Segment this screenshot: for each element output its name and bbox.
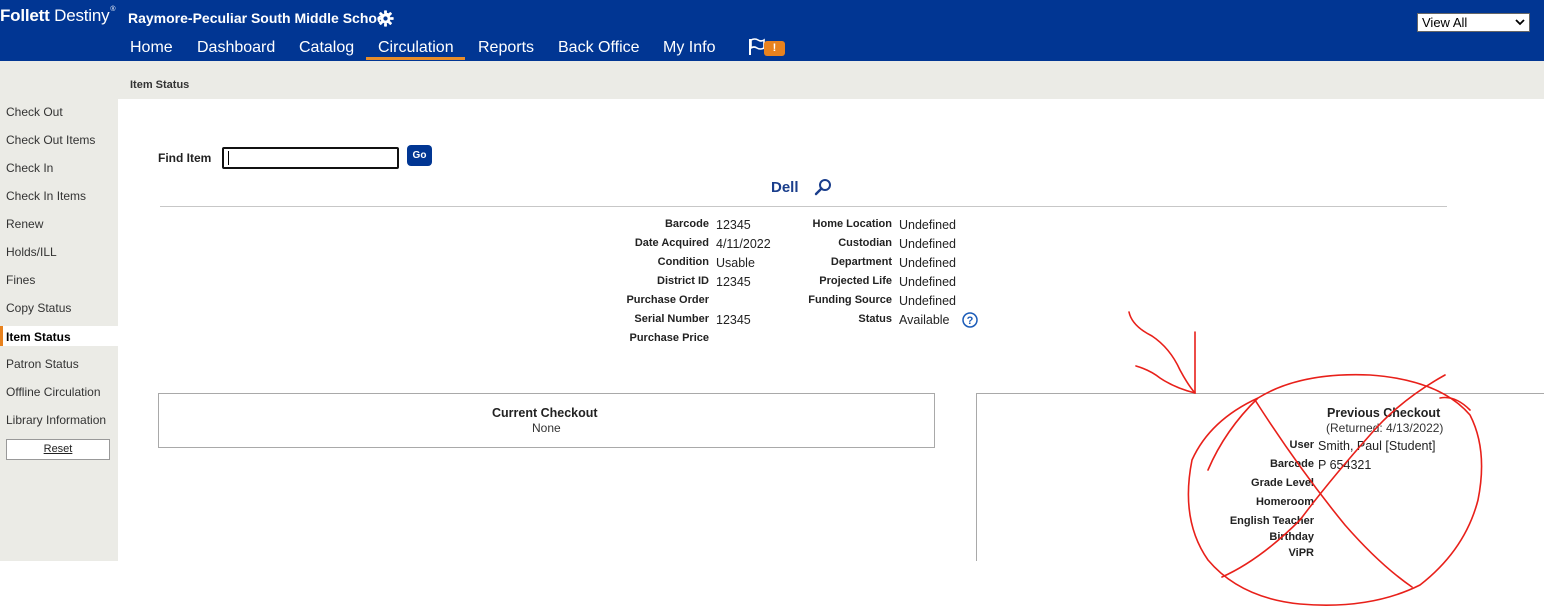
prev-birthday-label: Birthday bbox=[1269, 531, 1314, 543]
svg-text:?: ? bbox=[967, 315, 974, 327]
sidebar-item-check-out[interactable]: Check Out bbox=[6, 105, 63, 119]
annotation-arrow-head bbox=[1128, 311, 1196, 394]
breadcrumb-band bbox=[0, 61, 1544, 99]
nav-back-office[interactable]: Back Office bbox=[558, 39, 640, 57]
gear-icon[interactable] bbox=[377, 10, 394, 27]
prev-vipr-label: ViPR bbox=[1288, 547, 1314, 559]
sidebar-item-copy-status[interactable]: Copy Status bbox=[6, 301, 71, 315]
find-item-input[interactable] bbox=[222, 147, 399, 169]
view-select-value: View All bbox=[1422, 15, 1468, 30]
nav-reports[interactable]: Reports bbox=[478, 39, 534, 57]
condition-value: Usable bbox=[716, 256, 755, 270]
current-checkout-title: Current Checkout bbox=[492, 406, 598, 420]
top-header-bar: Follett Destiny® Raymore-Peculiar South … bbox=[0, 0, 1544, 61]
funding-source-value: Undefined bbox=[899, 294, 956, 308]
status-value: Available bbox=[899, 313, 950, 327]
chevron-down-icon bbox=[1515, 19, 1525, 26]
custodian-label: Custodian bbox=[838, 237, 892, 249]
funding-source-label: Funding Source bbox=[808, 294, 892, 306]
nav-circulation[interactable]: Circulation bbox=[378, 39, 454, 57]
sidebar-item-holds-ill[interactable]: Holds/ILL bbox=[6, 245, 57, 259]
home-location-label: Home Location bbox=[812, 218, 892, 230]
previous-checkout-returned: (Returned: 4/13/2022) bbox=[1326, 421, 1444, 435]
district-id-value: 12345 bbox=[716, 275, 751, 289]
district-id-label: District ID bbox=[657, 275, 709, 287]
prev-user-label: User bbox=[1289, 439, 1314, 451]
item-title: Dell bbox=[771, 179, 799, 196]
nav-home[interactable]: Home bbox=[130, 39, 173, 57]
help-icon[interactable]: ? bbox=[962, 312, 978, 328]
projected-life-value: Undefined bbox=[899, 275, 956, 289]
brand-bold: Follett bbox=[0, 6, 50, 25]
status-label: Status bbox=[858, 313, 892, 325]
purchase-price-label: Purchase Price bbox=[629, 332, 710, 344]
prev-user-value[interactable]: Smith, Paul [Student] bbox=[1318, 439, 1435, 453]
sidebar-item-check-in[interactable]: Check In bbox=[6, 161, 53, 175]
date-acquired-label: Date Acquired bbox=[634, 237, 709, 249]
divider bbox=[160, 206, 1447, 207]
sidebar-item-patron-status[interactable]: Patron Status bbox=[6, 357, 79, 371]
text-caret bbox=[228, 151, 229, 165]
brand-mark: ® bbox=[110, 6, 116, 13]
prev-grade-level-label: Grade Level bbox=[1251, 477, 1314, 489]
sidebar-item-renew[interactable]: Renew bbox=[6, 217, 43, 231]
serial-number-value: 12345 bbox=[716, 313, 751, 327]
prev-homeroom-label: Homeroom bbox=[1255, 496, 1314, 508]
find-item-label: Find Item bbox=[158, 151, 212, 165]
previous-checkout-title: Previous Checkout bbox=[1327, 406, 1441, 420]
condition-label: Condition bbox=[657, 256, 709, 268]
school-name: Raymore-Peculiar South Middle School bbox=[128, 10, 390, 26]
reset-button[interactable]: Reset bbox=[6, 439, 110, 460]
sidebar-item-fines[interactable]: Fines bbox=[6, 273, 35, 287]
sidebar-item-library-information[interactable]: Library Information bbox=[6, 413, 106, 427]
view-select[interactable]: View All bbox=[1417, 13, 1530, 32]
custodian-value: Undefined bbox=[899, 237, 956, 251]
follett-destiny-logo[interactable]: Follett Destiny® bbox=[0, 6, 116, 26]
nav-catalog[interactable]: Catalog bbox=[299, 39, 354, 57]
sidebar-item-item-status[interactable]: Item Status bbox=[6, 330, 71, 344]
serial-number-label: Serial Number bbox=[634, 313, 709, 325]
prev-english-teacher-label: English Teacher bbox=[1229, 515, 1314, 527]
prev-barcode-label: Barcode bbox=[1269, 458, 1314, 470]
department-label: Department bbox=[830, 256, 892, 268]
brand-light: Destiny bbox=[49, 6, 110, 25]
sidebar-item-check-out-items[interactable]: Check Out Items bbox=[6, 133, 95, 147]
active-tab-indicator bbox=[366, 57, 465, 60]
sidebar-item-offline-circulation[interactable]: Offline Circulation bbox=[6, 385, 101, 399]
nav-dashboard[interactable]: Dashboard bbox=[197, 39, 275, 57]
go-button[interactable]: Go bbox=[407, 145, 432, 166]
home-location-value: Undefined bbox=[899, 218, 956, 232]
date-acquired-value: 4/11/2022 bbox=[716, 237, 771, 251]
barcode-value: 12345 bbox=[716, 218, 751, 232]
barcode-label: Barcode bbox=[664, 218, 709, 230]
alert-badge[interactable]: ! bbox=[764, 41, 785, 56]
nav-my-info[interactable]: My Info bbox=[663, 39, 715, 57]
projected-life-label: Projected Life bbox=[819, 275, 892, 287]
prev-barcode-value: P 654321 bbox=[1318, 458, 1372, 472]
search-icon[interactable] bbox=[814, 178, 832, 196]
purchase-order-label: Purchase Order bbox=[626, 294, 709, 306]
current-checkout-value: None bbox=[532, 421, 561, 435]
department-value: Undefined bbox=[899, 256, 956, 270]
breadcrumb: Item Status bbox=[130, 79, 190, 91]
sidebar-item-check-in-items[interactable]: Check In Items bbox=[6, 189, 86, 203]
